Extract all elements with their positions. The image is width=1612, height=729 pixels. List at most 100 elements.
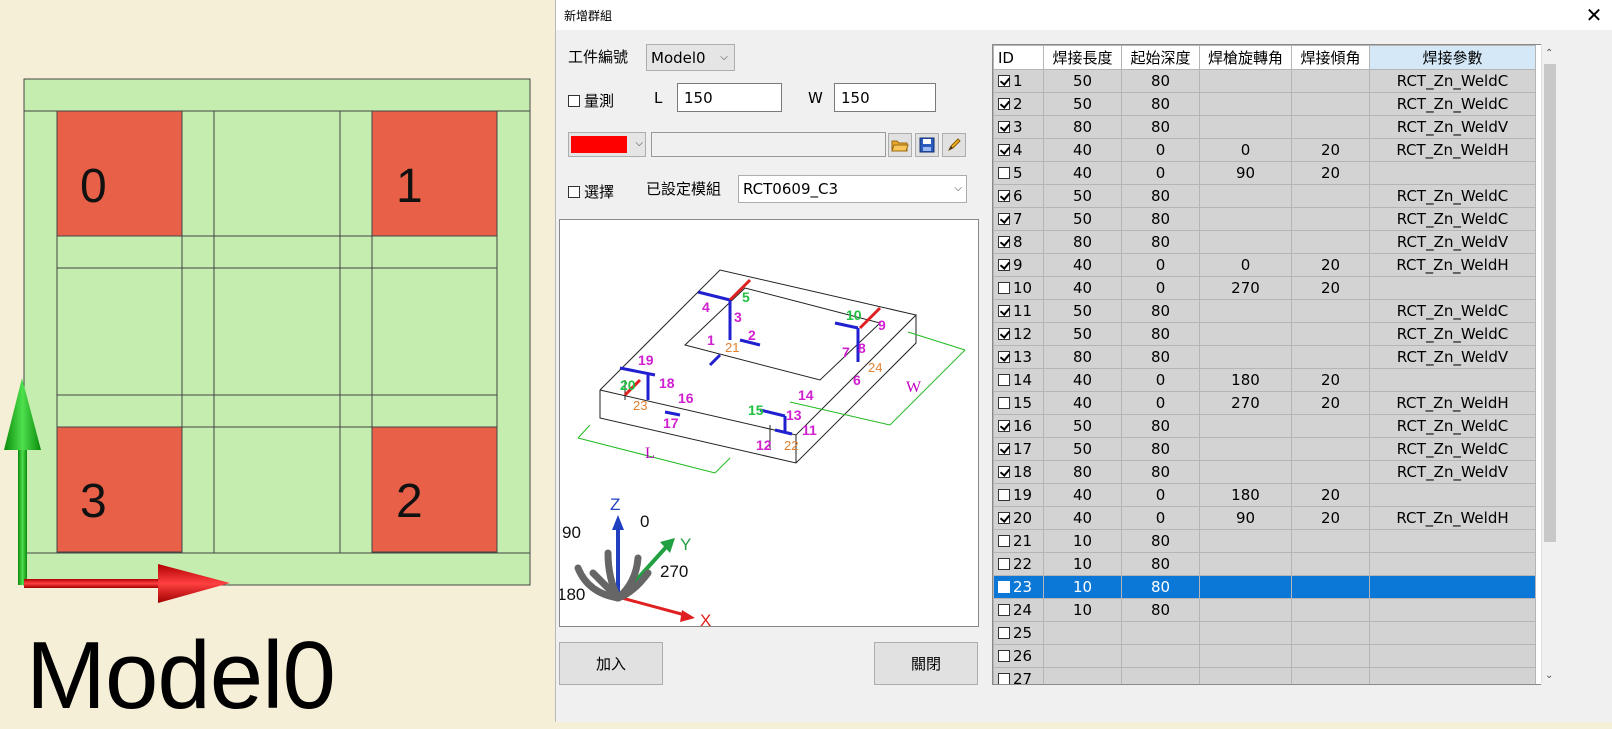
row-checkbox[interactable] <box>998 144 1010 156</box>
rotation-cell[interactable]: 0 <box>1199 138 1292 162</box>
table-row[interactable]: 1 50 80 RCT_Zn_WeldC <box>993 69 1536 93</box>
model-canvas[interactable]: 0 1 3 2 Model0 <box>0 0 555 724</box>
id-cell[interactable]: 9 <box>993 253 1044 277</box>
l-input[interactable]: 150 <box>677 83 782 112</box>
depth-cell[interactable]: 80 <box>1121 69 1200 93</box>
row-checkbox[interactable] <box>998 627 1010 639</box>
id-cell[interactable]: 8 <box>993 230 1044 254</box>
tilt-cell[interactable] <box>1291 437 1370 461</box>
save-file-button[interactable] <box>915 133 939 157</box>
table-row[interactable]: 26 <box>993 644 1536 668</box>
length-cell[interactable] <box>1043 644 1122 668</box>
table-row[interactable]: 16 50 80 RCT_Zn_WeldC <box>993 414 1536 438</box>
tilt-cell[interactable] <box>1291 207 1370 231</box>
table-row[interactable]: 6 50 80 RCT_Zn_WeldC <box>993 184 1536 208</box>
col-header-id[interactable]: ID <box>993 45 1044 70</box>
row-checkbox[interactable] <box>998 167 1010 179</box>
row-checkbox[interactable] <box>998 351 1010 363</box>
id-cell[interactable]: 21 <box>993 529 1044 553</box>
length-cell[interactable]: 10 <box>1043 598 1122 622</box>
depth-cell[interactable]: 80 <box>1121 207 1200 231</box>
param-cell[interactable] <box>1369 667 1536 684</box>
id-cell[interactable]: 25 <box>993 621 1044 645</box>
length-cell[interactable]: 40 <box>1043 368 1122 392</box>
length-cell[interactable]: 50 <box>1043 299 1122 323</box>
weld-preview[interactable]: L W 5 10 20 15 4 3 1 2 9 7 8 6 19 18 16 … <box>557 219 979 630</box>
depth-cell[interactable]: 0 <box>1121 161 1200 185</box>
tilt-cell[interactable]: 20 <box>1291 506 1370 530</box>
tilt-cell[interactable] <box>1291 644 1370 668</box>
table-row[interactable]: 25 <box>993 621 1536 645</box>
tilt-cell[interactable] <box>1291 345 1370 369</box>
length-cell[interactable]: 50 <box>1043 92 1122 116</box>
id-cell[interactable]: 3 <box>993 115 1044 139</box>
id-cell[interactable]: 14 <box>993 368 1044 392</box>
param-cell[interactable] <box>1369 644 1536 668</box>
tilt-cell[interactable] <box>1291 552 1370 576</box>
id-cell[interactable]: 16 <box>993 414 1044 438</box>
rotation-cell[interactable] <box>1199 207 1292 231</box>
id-cell[interactable]: 13 <box>993 345 1044 369</box>
id-cell[interactable]: 2 <box>993 92 1044 116</box>
row-checkbox[interactable] <box>998 512 1010 524</box>
param-cell[interactable]: RCT_Zn_WeldC <box>1369 322 1536 346</box>
rotation-cell[interactable] <box>1199 460 1292 484</box>
id-cell[interactable]: 5 <box>993 161 1044 185</box>
part-no-select[interactable]: Model0 ⌵ <box>646 44 735 71</box>
id-cell[interactable]: 17 <box>993 437 1044 461</box>
block-0[interactable] <box>56 110 183 237</box>
table-row[interactable]: 24 10 80 <box>993 598 1536 622</box>
depth-cell[interactable]: 0 <box>1121 506 1200 530</box>
length-cell[interactable]: 80 <box>1043 460 1122 484</box>
id-cell[interactable]: 23 <box>993 575 1044 599</box>
tilt-cell[interactable] <box>1291 230 1370 254</box>
rotation-cell[interactable]: 180 <box>1199 483 1292 507</box>
col-header-rotation[interactable]: 焊槍旋轉角 <box>1199 45 1292 70</box>
row-checkbox[interactable] <box>998 305 1010 317</box>
length-cell[interactable]: 50 <box>1043 437 1122 461</box>
depth-cell[interactable]: 80 <box>1121 414 1200 438</box>
table-row[interactable]: 15 40 0 270 20 RCT_Zn_WeldH <box>993 391 1536 415</box>
block-1[interactable] <box>371 110 498 237</box>
depth-cell[interactable]: 80 <box>1121 230 1200 254</box>
table-row[interactable]: 2 50 80 RCT_Zn_WeldC <box>993 92 1536 116</box>
select-checkbox-row[interactable]: 選擇 <box>568 181 614 202</box>
param-cell[interactable] <box>1369 621 1536 645</box>
tilt-cell[interactable]: 20 <box>1291 483 1370 507</box>
select-checkbox[interactable] <box>568 185 580 198</box>
param-cell[interactable]: RCT_Zn_WeldC <box>1369 92 1536 116</box>
tilt-cell[interactable]: 20 <box>1291 253 1370 277</box>
depth-cell[interactable]: 80 <box>1121 460 1200 484</box>
rotation-cell[interactable] <box>1199 115 1292 139</box>
row-checkbox[interactable] <box>998 558 1010 570</box>
param-cell[interactable]: RCT_Zn_WeldV <box>1369 460 1536 484</box>
tilt-cell[interactable]: 20 <box>1291 138 1370 162</box>
id-cell[interactable]: 18 <box>993 460 1044 484</box>
depth-cell[interactable]: 0 <box>1121 138 1200 162</box>
rotation-cell[interactable] <box>1199 529 1292 553</box>
tilt-cell[interactable] <box>1291 667 1370 684</box>
row-checkbox[interactable] <box>998 466 1010 478</box>
id-cell[interactable]: 27 <box>993 667 1044 684</box>
depth-cell[interactable]: 0 <box>1121 276 1200 300</box>
rotation-cell[interactable] <box>1199 575 1292 599</box>
block-3[interactable] <box>56 426 183 553</box>
row-checkbox[interactable] <box>998 259 1010 271</box>
depth-cell[interactable] <box>1121 621 1200 645</box>
id-cell[interactable]: 19 <box>993 483 1044 507</box>
depth-cell[interactable]: 0 <box>1121 253 1200 277</box>
length-cell[interactable]: 40 <box>1043 161 1122 185</box>
length-cell[interactable]: 40 <box>1043 483 1122 507</box>
param-cell[interactable] <box>1369 575 1536 599</box>
col-header-param[interactable]: 焊接參數 <box>1369 45 1536 70</box>
id-cell[interactable]: 4 <box>993 138 1044 162</box>
table-row[interactable]: 4 40 0 0 20 RCT_Zn_WeldH <box>993 138 1536 162</box>
grid-scroll-thumb[interactable] <box>1544 64 1556 542</box>
table-row[interactable]: 23 10 80 <box>993 575 1536 599</box>
id-cell[interactable]: 20 <box>993 506 1044 530</box>
open-file-button[interactable] <box>888 133 912 157</box>
depth-cell[interactable] <box>1121 644 1200 668</box>
param-cell[interactable]: RCT_Zn_WeldC <box>1369 69 1536 93</box>
dialog-titlebar[interactable]: 新增群組 ✕ <box>556 0 1612 30</box>
rotation-cell[interactable]: 90 <box>1199 506 1292 530</box>
